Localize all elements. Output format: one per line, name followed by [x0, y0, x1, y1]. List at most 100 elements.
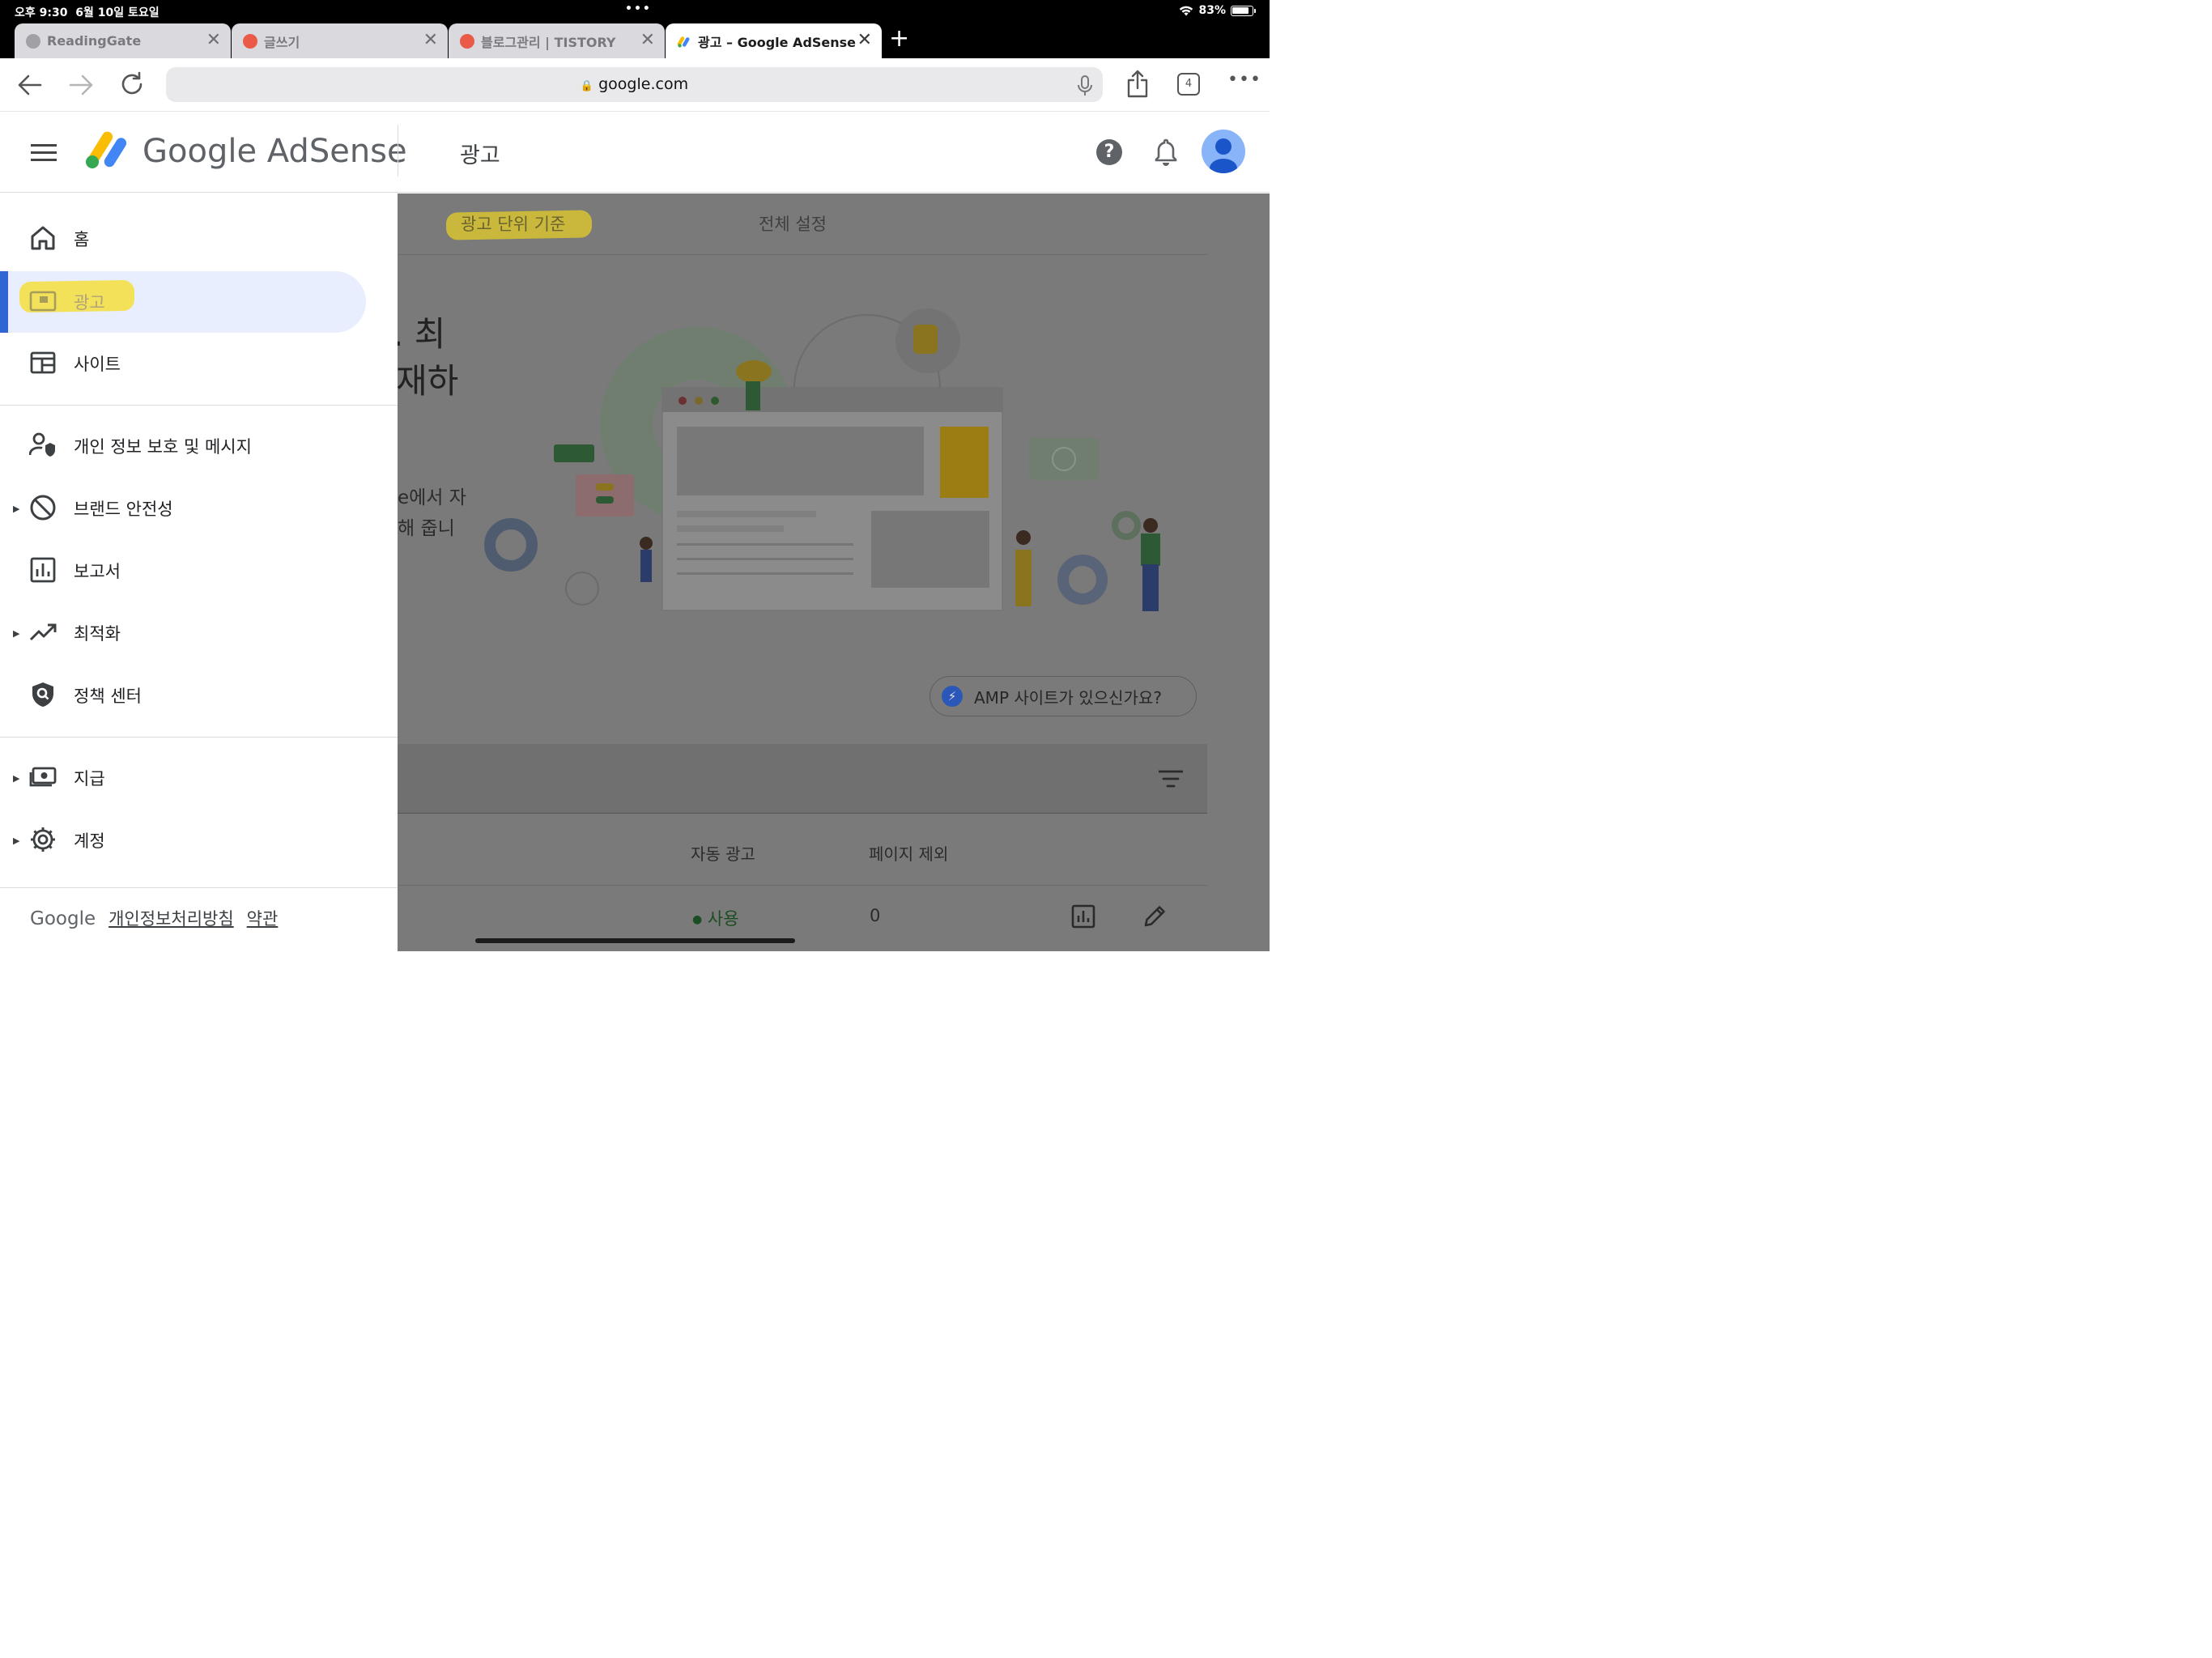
tab-title: 광고 – Google AdSense — [698, 34, 857, 50]
reports-icon — [30, 557, 56, 583]
multitask-dots[interactable]: ••• — [625, 2, 652, 15]
adsense-header: Google AdSense 광고 ? — [0, 112, 1270, 193]
browser-tab-readinggate[interactable]: ReadingGate ✕ — [15, 23, 231, 58]
sidebar-item-label: 브랜드 안전성 — [74, 500, 173, 519]
tistory-icon — [243, 33, 257, 49]
terms-link[interactable]: 약관 — [247, 906, 279, 930]
more-options-icon[interactable]: ••• — [1227, 70, 1261, 90]
help-icon[interactable]: ? — [1096, 139, 1122, 165]
settings-gear-icon — [31, 827, 55, 852]
avatar[interactable] — [1202, 130, 1245, 173]
close-icon[interactable]: ✕ — [640, 32, 655, 49]
auto-ads-illustration — [484, 308, 1160, 611]
sidebar-item-payments[interactable]: ▶ 지급 — [0, 747, 366, 809]
browser-tab-adsense[interactable]: 광고 – Google AdSense ✕ — [666, 23, 882, 58]
filter-icon[interactable] — [1159, 770, 1183, 788]
amp-site-button[interactable]: ⚡ AMP 사이트가 있으신가요? — [929, 676, 1197, 716]
tab-global-settings[interactable]: 전체 설정 — [759, 211, 827, 236]
policy-icon — [32, 682, 53, 707]
status-bar: 오후 9:30 6월 10일 토요일 ••• 83% — [0, 0, 1270, 23]
drawer-divider — [0, 887, 398, 888]
sidebar-item-sites[interactable]: 사이트 — [0, 333, 366, 394]
tistory-icon — [460, 33, 474, 49]
column-header-excluded-pages[interactable]: 페이지 제외 — [869, 841, 948, 865]
tab-title: 블로그관리 | TISTORY — [481, 34, 616, 50]
column-header-auto-ads[interactable]: 자동 광고 — [691, 841, 755, 865]
drawer-footer: Google 개인정보처리방침 약관 — [30, 906, 278, 930]
navigation-drawer: 홈 광고 사이트 개인 정보 보호 및 메시지 ▶ 브랜드 안전성 보고서 ▶ … — [0, 193, 398, 951]
main-content: 광고 단위 기준 전체 설정 . 최 재하 e에서 자 해 줍니 ⚡ AMP 사… — [398, 193, 1270, 951]
edit-pencil-icon[interactable] — [1142, 903, 1168, 929]
excluded-pages-count: 0 — [870, 906, 881, 925]
trending-up-icon — [29, 623, 57, 641]
status-dot-icon: ● — [692, 913, 703, 926]
adsense-logo-icon — [86, 131, 127, 168]
address-bar[interactable]: 🔒 google.com — [166, 67, 1103, 102]
sidebar-item-brand-safety[interactable]: ▶ 브랜드 안전성 — [0, 478, 366, 539]
sidebar-item-home[interactable]: 홈 — [0, 208, 366, 270]
browser-tab-write[interactable]: 글쓰기 ✕ — [232, 23, 448, 58]
adsense-icon — [677, 36, 690, 48]
microphone-icon[interactable] — [1077, 74, 1093, 97]
account-icon — [1210, 138, 1237, 173]
hero-subtext-1: e에서 자 — [398, 487, 466, 508]
sidebar-item-label: 최적화 — [74, 624, 121, 644]
ads-icon — [29, 291, 57, 312]
brand-name: Google AdSense — [143, 133, 407, 170]
sidebar-item-label: 계정 — [74, 831, 105, 851]
status-right: 83% — [1179, 4, 1256, 17]
battery-percent: 83% — [1198, 4, 1226, 17]
browser-tab-strip: ReadingGate ✕ 글쓰기 ✕ 블로그관리 | TISTORY ✕ 광고… — [15, 23, 883, 58]
globe-icon — [26, 33, 40, 49]
back-arrow-icon[interactable] — [18, 74, 42, 96]
browser-tab-tistory[interactable]: 블로그관리 | TISTORY ✕ — [449, 23, 665, 58]
wifi-icon — [1180, 6, 1193, 15]
privacy-policy-link[interactable]: 개인정보처리방침 — [108, 906, 234, 930]
auto-ads-status-text: 사용 — [707, 909, 739, 929]
sidebar-item-label: 보고서 — [74, 562, 121, 581]
block-icon — [30, 495, 56, 521]
report-chart-icon[interactable] — [1071, 904, 1095, 929]
url-text: google.com — [598, 75, 689, 93]
share-icon[interactable] — [1125, 70, 1150, 99]
close-icon[interactable]: ✕ — [206, 32, 221, 49]
sidebar-item-label: 지급 — [74, 769, 105, 789]
table-divider — [398, 885, 1207, 886]
sidebar-item-reports[interactable]: 보고서 — [0, 540, 366, 602]
reload-icon[interactable] — [119, 71, 145, 97]
sidebar-item-policy-center[interactable]: 정책 센터 — [0, 665, 366, 726]
browser-toolbar: 🔒 google.com 4 ••• — [0, 58, 1270, 112]
content-tabs: 광고 단위 기준 전체 설정 — [398, 193, 1207, 255]
expand-arrow-icon[interactable]: ▶ — [13, 628, 19, 639]
lightning-bolt-icon: ⚡ — [942, 686, 963, 707]
home-indicator[interactable] — [475, 938, 795, 943]
status-time: 오후 9:30 6월 10일 토요일 — [15, 6, 160, 19]
tab-overview-button[interactable]: 4 — [1177, 73, 1200, 96]
menu-icon[interactable] — [31, 144, 57, 162]
hero-heading-1: . 최 — [398, 314, 446, 354]
sidebar-item-account[interactable]: ▶ 계정 — [0, 810, 366, 871]
sidebar-item-optimization[interactable]: ▶ 최적화 — [0, 602, 366, 664]
close-icon[interactable]: ✕ — [857, 32, 872, 49]
sidebar-item-ads[interactable]: 광고 — [0, 271, 366, 333]
privacy-icon — [29, 432, 55, 457]
close-icon[interactable]: ✕ — [423, 32, 438, 49]
expand-arrow-icon[interactable]: ▶ — [13, 773, 19, 784]
expand-arrow-icon[interactable]: ▶ — [13, 835, 19, 846]
home-icon — [31, 226, 55, 250]
google-logo: Google — [30, 908, 96, 929]
auto-ads-status: ● 사용 — [692, 906, 739, 930]
sidebar-item-privacy-messaging[interactable]: 개인 정보 보호 및 메시지 — [0, 415, 366, 477]
new-tab-button[interactable]: + — [889, 27, 909, 51]
tab-by-ad-unit[interactable]: 광고 단위 기준 — [461, 211, 565, 236]
hero-heading-2: 재하 — [398, 361, 459, 401]
notifications-icon[interactable] — [1154, 138, 1178, 167]
expand-arrow-icon[interactable]: ▶ — [13, 504, 19, 514]
sites-icon — [30, 351, 56, 374]
browser-chrome: 오후 9:30 6월 10일 토요일 ••• 83% ReadingGate ✕… — [0, 0, 1270, 58]
sidebar-item-label: 광고 — [74, 293, 105, 312]
sidebar-item-label: 개인 정보 보호 및 메시지 — [74, 437, 252, 457]
forward-arrow-icon[interactable] — [69, 74, 93, 96]
sidebar-item-label: 정책 센터 — [74, 687, 142, 706]
lock-icon: 🔒 — [580, 80, 594, 92]
